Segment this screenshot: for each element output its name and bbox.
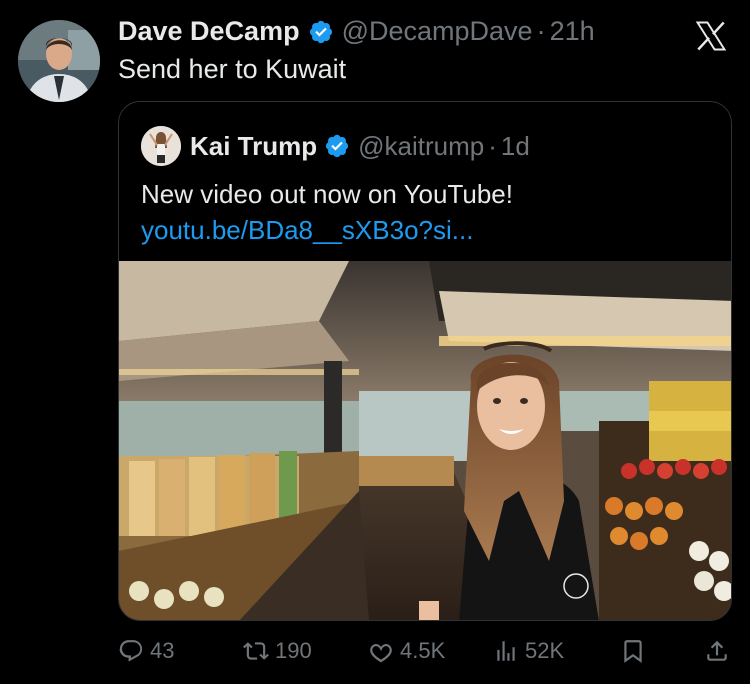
author-name[interactable]: Dave DeCamp [118, 16, 300, 47]
author-handle[interactable]: @DecampDave [342, 16, 533, 47]
quoted-author-handle[interactable]: @kaitrump [358, 131, 484, 162]
verified-badge-icon [309, 20, 332, 43]
heart-icon [370, 643, 392, 663]
quoted-tweet-card[interactable]: Kai Trump @kaitrump · 1d New video out n… [118, 101, 732, 621]
tweet-header: Dave DeCamp @DecampDave · 21h [118, 16, 595, 47]
tweet-action-bar: 43 190 4.5K 52K [0, 630, 750, 676]
bookmark-button[interactable] [620, 638, 646, 664]
header-separator: · [536, 16, 546, 46]
x-logo-icon[interactable] [692, 18, 730, 54]
quoted-author-avatar[interactable] [141, 126, 181, 166]
quoted-header-separator: · [488, 130, 497, 161]
author-avatar[interactable] [18, 20, 100, 102]
views-button[interactable]: 52K [493, 638, 564, 664]
reply-count: 43 [150, 638, 175, 663]
bookmark-icon [624, 640, 642, 663]
quoted-tweet-text: New video out now on YouTube! [141, 179, 513, 209]
repost-icon [243, 642, 269, 660]
quoted-author-name[interactable]: Kai Trump [190, 131, 317, 162]
tweet-text: Send her to Kuwait [118, 54, 347, 84]
view-count: 52K [525, 638, 565, 663]
quoted-tweet-timestamp[interactable]: 1d [501, 131, 530, 162]
tweet-timestamp[interactable]: 21h [550, 16, 595, 47]
quoted-tweet-header: Kai Trump @kaitrump · 1d [141, 126, 530, 166]
like-count: 4.5K [400, 638, 446, 663]
reply-icon [119, 640, 143, 662]
share-button[interactable] [704, 638, 730, 664]
quoted-tweet-video-thumbnail[interactable] [119, 261, 731, 620]
repost-button[interactable]: 190 [243, 638, 312, 664]
share-icon [707, 640, 727, 661]
repost-count: 190 [275, 638, 312, 663]
views-icon [497, 641, 515, 661]
reply-button[interactable]: 43 [118, 638, 174, 664]
quoted-tweet-link[interactable]: youtu.be/BDa8__sXB3o?si... [141, 212, 513, 248]
verified-badge-icon [326, 134, 349, 158]
like-button[interactable]: 4.5K [368, 638, 445, 664]
quoted-tweet-body: New video out now on YouTube! youtu.be/B… [141, 176, 513, 248]
